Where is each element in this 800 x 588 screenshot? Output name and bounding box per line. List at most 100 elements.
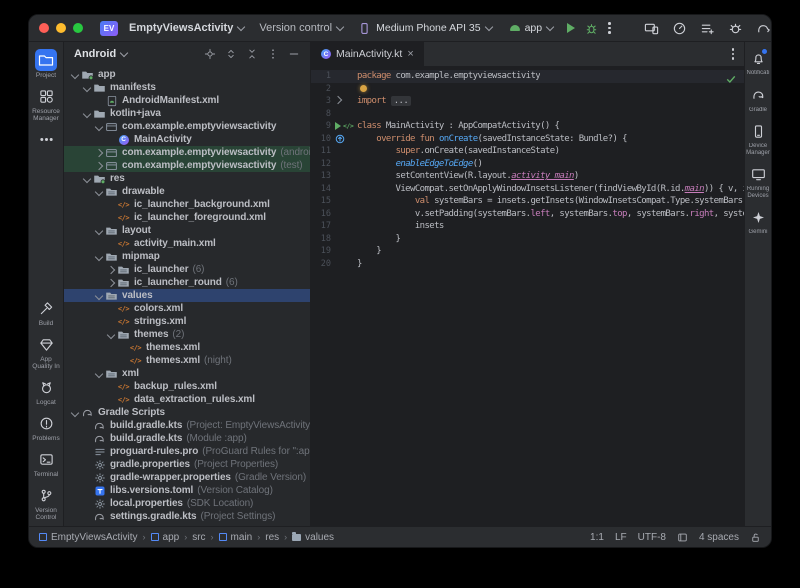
tree-row[interactable]: </>ic_launcher_foreground.xml [64,211,310,224]
chevron-right-icon[interactable] [94,150,104,156]
debug-button[interactable] [585,22,598,35]
sidebar-item-project[interactable]: Project [29,46,63,82]
breadcrumb-item[interactable]: res [265,532,279,543]
tree-row[interactable]: com.example.emptyviewsactivity(test) [64,159,310,172]
highlighting-level-icon[interactable] [677,532,688,543]
tree-row[interactable]: themes(2) [64,328,310,341]
project-view-mode[interactable]: Android [74,48,116,60]
breadcrumb-item[interactable]: values [292,532,334,543]
tree-row[interactable]: ic_launcher(6) [64,263,310,276]
sidebar-item-more[interactable] [29,125,63,153]
sidebar-item-resource-manager[interactable]: Resource Manager [29,82,63,125]
breadcrumb-item[interactable]: main [219,532,253,543]
indent-style[interactable]: 4 spaces [699,532,739,543]
build-analyzer-icon[interactable] [728,21,743,36]
chevron-right-icon[interactable] [106,267,116,273]
chevron-down-icon[interactable] [82,111,92,117]
overrides-method-gutter-icon[interactable] [335,134,345,144]
expand-all-icon[interactable] [225,48,237,60]
chevron-down-icon[interactable] [94,189,104,195]
vcs-widget[interactable]: Version control [255,20,347,36]
tree-row[interactable]: layout [64,224,310,237]
tree-row[interactable]: </>activity_main.xml [64,237,310,250]
chevron-right-icon[interactable] [106,280,116,286]
tree-row[interactable]: </>colors.xml [64,302,310,315]
chevron-down-icon[interactable] [82,176,92,182]
collapse-all-icon[interactable] [246,48,258,60]
breadcrumb-item[interactable]: EmptyViewsActivity [39,532,138,543]
readonly-lock-icon[interactable] [750,532,761,543]
code-line[interactable]: 2 [311,83,744,96]
close-window-button[interactable] [39,23,49,33]
chevron-right-icon[interactable] [94,163,104,169]
project-selector[interactable]: EmptyViewsActivity [125,20,248,36]
tree-row[interactable]: libs.versions.toml(Version Catalog) [64,484,310,497]
tree-row[interactable]: ic_launcher_round(6) [64,276,310,289]
chevron-down-icon[interactable] [70,410,80,416]
tree-row[interactable]: kotlin+java [64,107,310,120]
chevron-down-icon[interactable] [82,85,92,91]
tree-row[interactable]: manifests [64,81,310,94]
code-line[interactable]: 15 val systemBars = insets.getInsets(Win… [311,195,744,208]
code-editor[interactable]: 1package com.example.emptyviewsactivity2… [311,67,744,526]
file-encoding[interactable]: UTF-8 [638,532,666,543]
intention-bulb-icon[interactable] [360,85,367,92]
code-line[interactable]: 17 insets [311,220,744,233]
tree-row[interactable]: AndroidManifest.xml [64,94,310,107]
run-gutter-icon[interactable] [335,122,341,130]
tree-row[interactable]: res [64,172,310,185]
profiler-icon[interactable] [672,21,687,36]
tree-row[interactable]: </>themes.xml [64,341,310,354]
tree-row[interactable]: Gradle Scripts [64,406,310,419]
tree-row[interactable]: CMainActivity [64,133,310,146]
tree-row[interactable]: xml [64,367,310,380]
hide-icon[interactable] [288,48,300,60]
tree-row[interactable]: local.properties(SDK Location) [64,497,310,510]
locate-icon[interactable] [204,48,216,60]
sidebar-item-gemini[interactable]: Gemini [745,206,771,236]
sidebar-item-app-quality-insights[interactable]: App Quality In [29,330,63,373]
tree-row[interactable]: </>themes.xml(night) [64,354,310,367]
device-selector[interactable]: Medium Phone API 35 [354,20,495,37]
editor-tab-mainactivity[interactable]: C MainActivity.kt × [311,42,424,66]
line-separator[interactable]: LF [615,532,627,543]
sidebar-item-device-manager[interactable]: Device Manager [745,120,771,156]
tree-row[interactable]: com.example.emptyviewsactivity [64,120,310,133]
tree-row[interactable]: mipmap [64,250,310,263]
tree-row[interactable]: values [64,289,310,302]
tree-row[interactable]: build.gradle.kts(Module :app) [64,432,310,445]
code-line[interactable]: 3import ... [311,95,744,108]
more-icon[interactable] [267,48,279,60]
sidebar-item-version-control[interactable]: Version Control [29,481,63,524]
minimize-window-button[interactable] [56,23,66,33]
tree-row[interactable]: gradle-wrapper.properties(Gradle Version… [64,471,310,484]
chevron-down-icon[interactable] [94,293,104,299]
code-line[interactable]: 14 ViewCompat.setOnApplyWindowInsetsList… [311,183,744,196]
tree-row[interactable]: </>strings.xml [64,315,310,328]
chevron-down-icon[interactable] [70,72,80,78]
code-line[interactable]: 20} [311,258,744,271]
tree-row[interactable]: </>ic_launcher_background.xml [64,198,310,211]
sidebar-item-terminal[interactable]: Terminal [29,445,63,481]
tree-row[interactable]: proguard-rules.pro(ProGuard Rules for ":… [64,445,310,458]
code-line[interactable]: 13 setContentView(R.layout.activity_main… [311,170,744,183]
run-button[interactable] [567,23,575,33]
code-line[interactable]: 8 [311,108,744,121]
chevron-down-icon[interactable] [94,124,104,130]
chevron-down-icon[interactable] [94,228,104,234]
caret-position[interactable]: 1:1 [590,532,604,543]
chevron-down-icon[interactable] [94,254,104,260]
tab-options-button[interactable] [732,48,745,60]
code-preview-gutter-icon[interactable]: </> [343,122,353,130]
close-tab-icon[interactable]: × [407,49,413,59]
sidebar-item-notifications[interactable]: Notificati [745,47,771,77]
sidebar-item-problems[interactable]: Problems [29,409,63,445]
code-line[interactable]: 18 } [311,233,744,246]
code-line[interactable]: 19 } [311,245,744,258]
tree-row[interactable]: </>data_extraction_rules.xml [64,393,310,406]
tree-row[interactable]: settings.gradle.kts(Project Settings) [64,510,310,523]
zoom-window-button[interactable] [73,23,83,33]
tree-row[interactable]: build.gradle.kts(Project: EmptyViewsActi… [64,419,310,432]
inspection-ok-icon[interactable] [725,73,737,85]
breadcrumb-item[interactable]: src [192,532,205,543]
